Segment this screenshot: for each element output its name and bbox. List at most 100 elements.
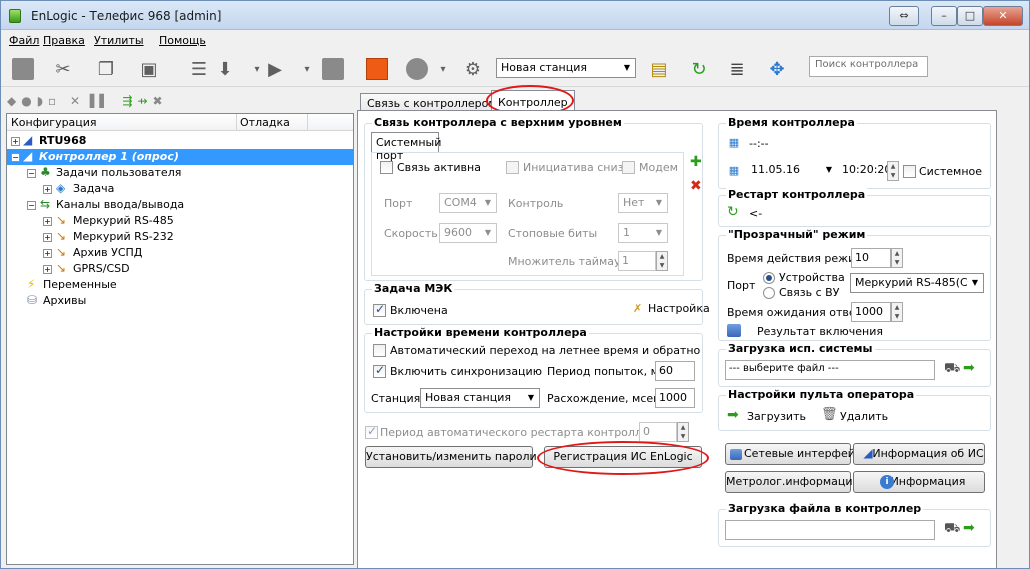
stop-icon[interactable] — [11, 57, 35, 81]
expand-icon[interactable]: + — [43, 217, 52, 226]
restart-icon[interactable]: ↻ — [727, 204, 739, 220]
notes-icon[interactable]: ≣ — [725, 57, 749, 81]
duration-spinner[interactable]: ▲ ▼ — [891, 248, 903, 268]
control-select[interactable]: Нет ▼ — [618, 193, 668, 213]
collapse-icon[interactable]: − — [27, 169, 36, 178]
tree-item-gprs[interactable]: + ↘ GPRS/CSD — [7, 261, 353, 277]
square-icon[interactable] — [321, 57, 345, 81]
info-button[interactable]: Информация — [853, 471, 985, 493]
collapse-icon[interactable]: − — [27, 201, 36, 210]
delete-icon[interactable]: ✖ — [153, 94, 168, 108]
panel-delete-button[interactable]: Удалить — [840, 410, 888, 423]
stop-bits-select[interactable]: 1 ▼ — [618, 223, 668, 243]
tree-item-task[interactable]: + ◈ Задача — [7, 181, 353, 197]
time-station-select[interactable]: Новая станция ▼ — [420, 388, 540, 408]
device-radio[interactable] — [763, 272, 775, 284]
system-file-input[interactable]: --- выберите файл --- — [725, 360, 935, 380]
tree-item-io-channels[interactable]: − ⇆ Каналы ввода/вывода — [7, 197, 353, 213]
download-icon[interactable]: ⬇ — [213, 57, 237, 81]
set-passwords-button[interactable]: Установить/изменить пароли — [365, 446, 537, 468]
menu-utils[interactable]: Утилиты — [94, 34, 144, 47]
tree-item-mercury-485[interactable]: + ↘ Меркурий RS-485 — [7, 213, 353, 229]
vu-radio[interactable] — [763, 287, 775, 299]
tool-icon[interactable]: ● — [21, 94, 36, 108]
tree-item-variables[interactable]: ⚡ Переменные — [7, 277, 353, 293]
timeout-input[interactable]: 1 — [618, 251, 656, 271]
modem-checkbox[interactable] — [622, 161, 635, 174]
link-active-checkbox[interactable] — [380, 161, 393, 174]
wait-input[interactable]: 1000 — [851, 302, 891, 322]
port-select[interactable]: COM4 ▼ — [439, 193, 497, 213]
list-icon[interactable]: ☰ — [187, 57, 211, 81]
tree-item-user-tasks[interactable]: − ♣ Задачи пользователя — [7, 165, 353, 181]
tool-icon[interactable]: ◆ — [7, 94, 21, 108]
expand-icon[interactable]: + — [43, 185, 52, 194]
timeout-spinner[interactable]: ▲ ▼ — [656, 251, 668, 271]
controller-file-input[interactable] — [725, 520, 935, 540]
mek-settings-link[interactable]: Настройка — [648, 302, 710, 315]
document-icon[interactable]: ▤ — [647, 57, 671, 81]
cart-icon[interactable]: ⛟ — [944, 361, 960, 378]
cart-icon[interactable]: ⛟ — [944, 521, 960, 538]
tree-item-rtu[interactable]: + ◢ RTU968 — [7, 133, 353, 149]
expand-icon[interactable]: + — [43, 233, 52, 242]
restart-period-checkbox[interactable] — [365, 424, 378, 439]
tools-icon[interactable]: ✗ — [633, 302, 642, 315]
record-icon[interactable] — [365, 57, 389, 81]
initiative-checkbox[interactable] — [506, 161, 519, 174]
speed-select[interactable]: 9600 ▼ — [439, 223, 497, 243]
restart-period-input[interactable]: 0 — [639, 422, 677, 442]
expand-icon[interactable]: + — [43, 249, 52, 258]
circle-icon[interactable] — [405, 57, 429, 81]
period-input[interactable]: 60 — [655, 361, 695, 381]
copy-icon[interactable]: ❐ — [94, 57, 118, 81]
tool-icon[interactable]: ▫ — [48, 94, 61, 108]
tool-icon[interactable]: ▌ — [99, 94, 113, 108]
tool-icon[interactable]: ✕ — [70, 94, 85, 108]
collapse-icon[interactable]: − — [11, 153, 20, 162]
tree-item-archives[interactable]: ⛁ Архивы — [7, 293, 353, 309]
dropdown-arrow-icon[interactable]: ▾ — [295, 57, 319, 81]
device-select[interactable]: Меркурий RS-485(COM ▼ — [850, 273, 984, 293]
go-arrow-icon[interactable]: ➡ — [963, 360, 975, 376]
trash-icon[interactable]: 🗑 — [821, 407, 838, 422]
menu-help[interactable]: Помощь — [159, 34, 206, 47]
menu-edit[interactable]: Правка — [43, 34, 85, 47]
restore-icon[interactable]: ⇔ — [889, 6, 919, 26]
dropdown-arrow-icon[interactable]: ▾ — [431, 57, 455, 81]
menu-file[interactable]: Файл — [9, 34, 39, 47]
network-icon[interactable]: ✥ — [765, 57, 789, 81]
tool-icon[interactable]: ⇸ — [137, 94, 152, 108]
tool-icon[interactable]: ◗ — [37, 94, 48, 108]
load-arrow-icon[interactable]: ➡ — [727, 407, 739, 423]
col-config[interactable]: Конфигурация — [11, 116, 97, 129]
diff-input[interactable]: 1000 — [655, 388, 695, 408]
result-icon[interactable] — [727, 324, 741, 337]
sync-checkbox[interactable] — [373, 363, 386, 378]
time-input[interactable]: 10:20:20 — [839, 161, 887, 181]
set-time-icon[interactable]: ▦ — [727, 164, 741, 177]
panel-load-button[interactable]: Загрузить — [747, 410, 806, 423]
maximize-button[interactable]: □ — [957, 6, 983, 26]
tab-system-port[interactable]: Системный порт — [371, 132, 441, 162]
tree-item-archive-uspd[interactable]: + ↘ Архив УСПД — [7, 245, 353, 261]
remove-icon[interactable]: ✖ — [690, 178, 702, 194]
minimize-button[interactable]: – — [931, 6, 957, 26]
close-button[interactable]: ✕ — [983, 6, 1023, 26]
col-debug[interactable]: Отладка — [240, 116, 290, 129]
go-arrow-icon[interactable]: ➡ — [963, 520, 975, 536]
restart-period-spinner[interactable]: ▲ ▼ — [677, 422, 689, 442]
metrology-button[interactable]: Метролог.информация — [725, 471, 859, 493]
tool-icon[interactable]: ▐ — [85, 94, 99, 108]
time-spinner[interactable]: ▲ ▼ — [887, 161, 899, 181]
expand-icon[interactable]: + — [43, 265, 52, 274]
search-input[interactable]: Поиск контроллера — [809, 56, 928, 77]
add-icon[interactable]: ✚ — [690, 154, 702, 170]
play-icon[interactable]: ▶ — [263, 57, 287, 81]
duration-input[interactable]: 10 — [851, 248, 891, 268]
expand-icon[interactable]: + — [11, 137, 20, 146]
tool-icon[interactable]: ⇶ — [122, 94, 137, 108]
mek-enabled-checkbox[interactable] — [373, 302, 386, 317]
system-time-checkbox[interactable] — [903, 165, 916, 178]
cut-icon[interactable]: ✂ — [51, 57, 75, 81]
